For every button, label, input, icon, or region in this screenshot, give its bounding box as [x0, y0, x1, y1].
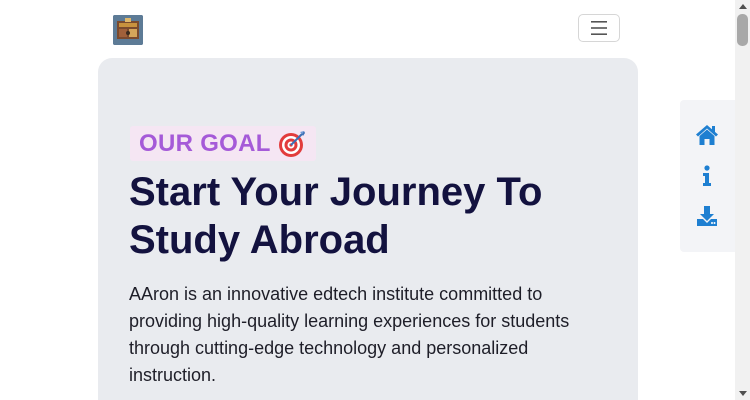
home-icon	[696, 125, 718, 145]
navbar	[0, 0, 735, 58]
goal-badge-label: OUR GOAL	[139, 129, 271, 157]
info-button[interactable]	[694, 163, 720, 189]
target-icon	[278, 130, 306, 158]
hero-card: OUR GOAL Start Your Journey To Study Abr…	[98, 58, 638, 400]
download-button[interactable]	[694, 203, 720, 229]
download-icon	[697, 206, 717, 226]
institute-logo-icon	[113, 15, 143, 45]
scroll-down-arrow-icon[interactable]	[735, 386, 750, 400]
hero-title: Start Your Journey To Study Abroad	[129, 170, 543, 262]
logo[interactable]	[113, 15, 143, 45]
page: OUR GOAL Start Your Journey To Study Abr…	[0, 0, 735, 400]
side-nav-panel	[680, 100, 735, 252]
scroll-up-arrow-icon[interactable]	[735, 0, 750, 14]
goal-badge: OUR GOAL	[130, 126, 316, 161]
page-scrollbar[interactable]	[735, 0, 750, 400]
hamburger-menu-icon	[591, 21, 607, 35]
info-icon	[703, 165, 711, 186]
scrollbar-thumb[interactable]	[737, 14, 748, 46]
home-button[interactable]	[694, 122, 720, 148]
hero-description: AAron is an innovative edtech institute …	[129, 284, 570, 385]
navbar-toggle-button[interactable]	[578, 14, 620, 42]
